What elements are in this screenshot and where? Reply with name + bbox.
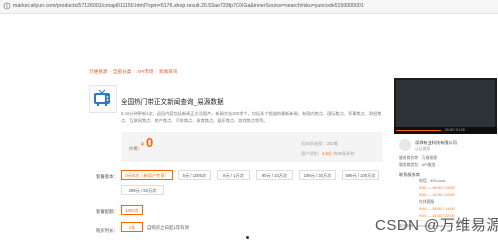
spec-option[interactable]: 90元 / 10万次 (256, 170, 293, 180)
specs-label: 套餐版本： (96, 174, 118, 179)
video-progress[interactable] (396, 130, 441, 131)
shop-name[interactable]: 深圳有业科技有限公司 (415, 140, 457, 146)
monthly-sales: 近30天成交：202笔 (301, 141, 338, 146)
browser-url-text[interactable]: market.aliyun.com/products/57126001/cmap… (13, 1, 364, 12)
user-rating: 用户评价：4.9分 共96条评价 (301, 151, 355, 157)
breadcrumb: 万维易源 › 全部分类 › API市场 › 新闻资讯 (89, 69, 178, 74)
spec-option[interactable]: 199元 / 30万次 (299, 170, 336, 180)
breadcrumb-item[interactable]: API市场 (137, 69, 154, 74)
config-label: 套餐配额： (96, 209, 118, 214)
contact-phone: 电话：400-xxxx (419, 179, 446, 183)
shop-badge: 认证商家 (415, 147, 431, 151)
price-panel (121, 132, 383, 162)
user-rating-label: 用户评价： (301, 151, 322, 156)
tv-news-icon (94, 89, 110, 106)
purchase-duration-note: 自购买之日起1年有效 (147, 225, 189, 230)
config-option[interactable]: 1000次 (121, 205, 143, 215)
service-hours: 9:00 — 18:00 / 14:00 (419, 207, 455, 211)
contact-provider-title: 联系服务商 (399, 172, 420, 177)
price-currency: ¥ (141, 142, 145, 148)
csdn-watermark: CSDN @万维易源 (375, 217, 498, 234)
user-rating-count[interactable]: 共96条评价 (333, 151, 354, 156)
price-value: 0 (146, 135, 154, 150)
spec-option[interactable]: 5元 / 1000次 (178, 170, 211, 180)
spec-option[interactable]: 599元 / 100万次 (342, 170, 379, 180)
online-service[interactable]: 在线客服 (419, 200, 434, 205)
spec-option[interactable]: 8元 / 1万次 (217, 170, 250, 180)
breadcrumb-item[interactable]: 新闻资讯 (159, 69, 177, 74)
breadcrumb-item[interactable]: 全部分类 (113, 69, 131, 74)
user-rating-value: 4.9分 (321, 151, 332, 156)
product-title: 全国热门带正文新闻查询_易源数据 (121, 99, 224, 106)
purchase-duration-option[interactable]: 1年 (121, 222, 143, 232)
provider-type: 服务商类型：API服务 (399, 163, 436, 167)
service-hours: 9:00 — 14:00 / 22:00 (419, 193, 455, 197)
product-description: 5-10分钟更新1次，返回内容包括新闻正文及图片，新闻大站200余个，包括多个频… (121, 111, 382, 123)
purchase-duration-label: 购买时长： (96, 228, 118, 233)
spec-option-free[interactable]: 0元/0次（新用户专享） (121, 170, 173, 180)
shop-avatar[interactable] (399, 139, 411, 151)
video-time: 00:00 / 01:26 (445, 128, 465, 132)
provider-name: 服务商名称：万维易源 (399, 156, 437, 160)
breadcrumb-item[interactable]: 万维易源 (89, 69, 107, 74)
page-info-icon[interactable] (3, 2, 11, 10)
page-top-spacer (0, 14, 498, 70)
carousel-dot[interactable] (246, 236, 249, 239)
spec-option[interactable]: 299元 / 50万次 (121, 185, 164, 195)
shop-video-frame (396, 80, 495, 132)
service-hours: 9:00 — 18:00 / 14:00 (419, 186, 455, 190)
